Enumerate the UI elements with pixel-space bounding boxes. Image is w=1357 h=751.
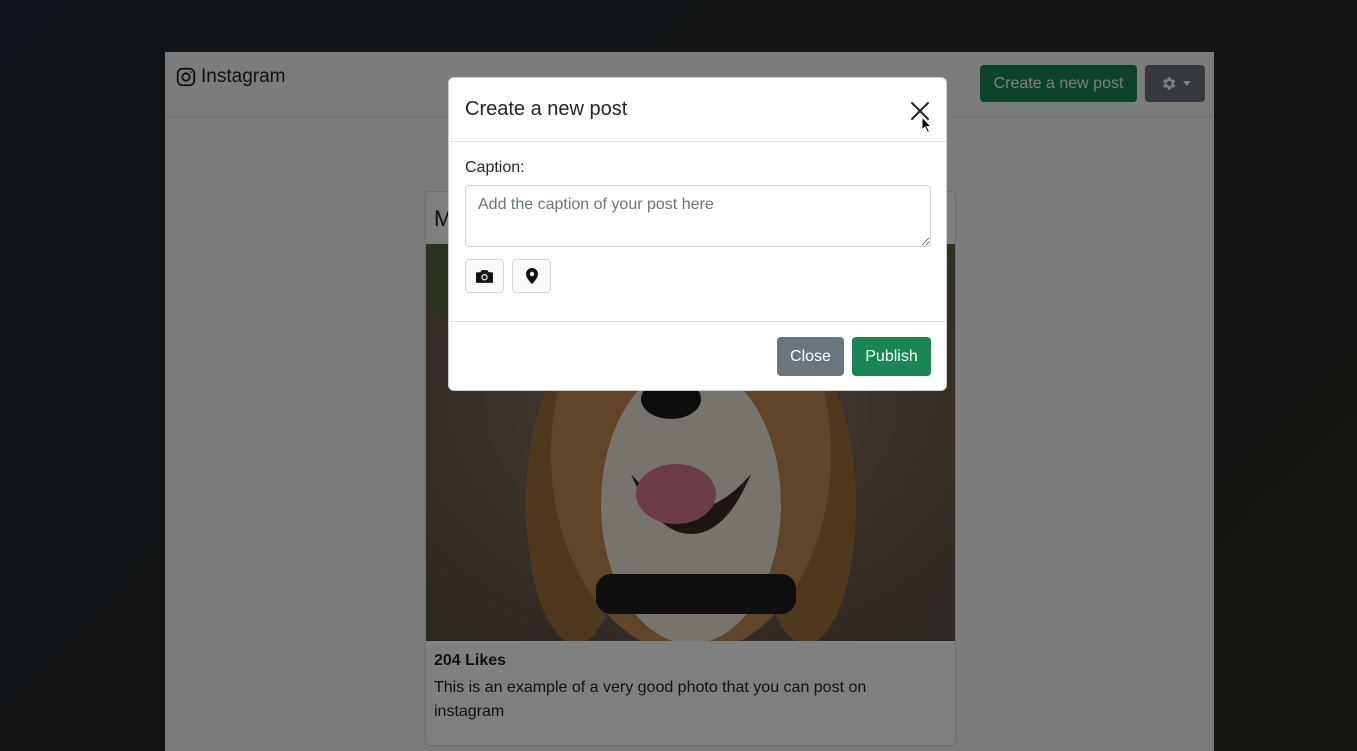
location-pin-icon bbox=[525, 268, 538, 284]
modal-body: Caption: bbox=[449, 142, 946, 322]
modal-header: Create a new post bbox=[449, 78, 946, 142]
publish-button[interactable]: Publish bbox=[852, 337, 931, 376]
mouse-cursor-icon bbox=[921, 116, 933, 134]
close-button[interactable]: Close bbox=[777, 337, 844, 376]
add-location-button[interactable] bbox=[512, 259, 551, 293]
create-post-modal: Create a new post Caption: Close Publish bbox=[448, 77, 947, 391]
caption-label: Caption: bbox=[465, 159, 525, 176]
add-photo-button[interactable] bbox=[465, 259, 504, 293]
modal-title: Create a new post bbox=[465, 98, 628, 120]
caption-input[interactable] bbox=[465, 185, 931, 247]
camera-icon bbox=[476, 269, 493, 283]
